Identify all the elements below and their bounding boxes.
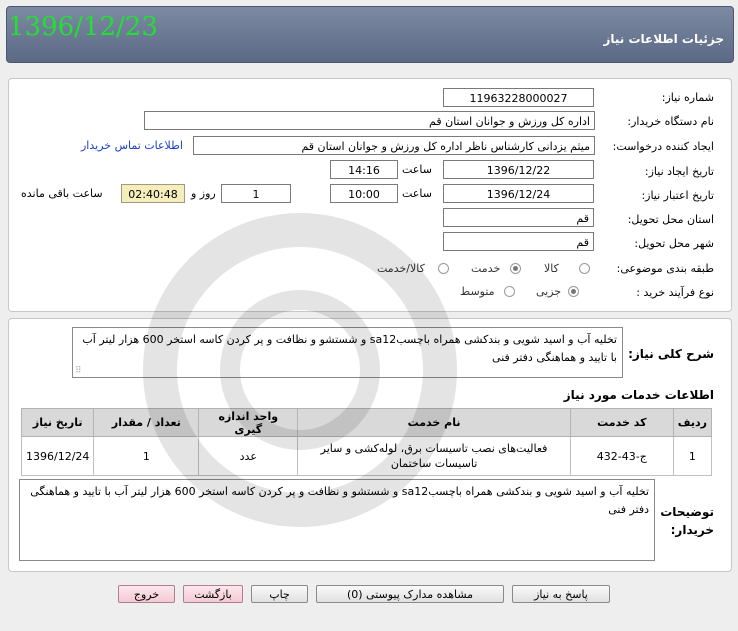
- cell-unit: عدد: [198, 436, 299, 476]
- date-overlay: 1396/12/23: [8, 12, 158, 42]
- category-service-radio[interactable]: [510, 263, 521, 274]
- col-row-header: ردیف: [672, 408, 713, 437]
- summary-textarea: تخلیه آب و اسید شویی و بندکشی همراه باچس…: [72, 327, 623, 378]
- need-number-label: شماره نیاز:: [661, 91, 714, 104]
- buyer-org-label: نام دستگاه خریدار:: [627, 115, 714, 128]
- process-partial-radio[interactable]: [568, 286, 579, 297]
- table-row: 1 ج-43-432 فعالیت‌های نصب تاسیسات برق، ل…: [20, 436, 713, 476]
- buyer-notes-text: تخلیه آب و اسید شویی و بندکشی همراه باچس…: [30, 485, 649, 516]
- city-label: شهر محل تحویل:: [634, 237, 714, 250]
- cell-name: فعالیت‌های نصب تاسیسات برق، لوله‌کشی و س…: [297, 436, 571, 476]
- validity-time-field: 10:00: [330, 184, 398, 203]
- category-goods-service-label: کالا/خدمت: [377, 262, 425, 275]
- cell-date: 1396/12/24: [20, 436, 95, 476]
- resize-grip-icon[interactable]: ⠿: [75, 366, 82, 376]
- cell-code: ج-43-432: [569, 436, 674, 476]
- col-name-header: نام خدمت: [297, 408, 571, 437]
- remaining-label: ساعت باقی مانده: [21, 187, 103, 200]
- col-unit-header: واحد اندازه گیری: [198, 408, 299, 437]
- process-partial-label: جزیی: [536, 285, 562, 298]
- page-title: جزئیات اطلاعات نیاز: [603, 32, 724, 46]
- cell-row: 1: [672, 436, 713, 476]
- created-time-field: 14:16: [330, 160, 398, 179]
- buyer-notes-label-text: توضیحات خریدار:: [660, 505, 714, 537]
- buyer-notes-textarea: تخلیه آب و اسید شویی و بندکشی همراه باچس…: [19, 479, 655, 561]
- buyer-org-field: اداره کل ورزش و جوانان استان قم: [144, 111, 595, 130]
- col-qty-header: تعداد / مقدار: [93, 408, 200, 437]
- created-date-field: 1396/12/22: [443, 160, 594, 179]
- category-goods-label: کالا: [544, 262, 559, 275]
- remaining-days-field: 1: [221, 184, 291, 203]
- back-button[interactable]: بازگشت: [183, 585, 243, 603]
- summary-text: تخلیه آب و اسید شویی و بندکشی همراه باچس…: [82, 333, 617, 364]
- requester-label: ایجاد کننده درخواست:: [612, 140, 714, 153]
- validity-date-label: تاریخ اعتبار نیاز:: [641, 189, 714, 202]
- process-medium-label: متوسط: [460, 285, 495, 298]
- print-button[interactable]: چاپ: [251, 585, 308, 603]
- process-label: نوع فرآیند خرید :: [636, 286, 714, 299]
- process-medium-radio[interactable]: [504, 286, 515, 297]
- category-goods-service-radio[interactable]: [438, 263, 449, 274]
- exit-button[interactable]: خروج: [118, 585, 175, 603]
- table-header-row: ردیف کد خدمت نام خدمت واحد اندازه گیری ت…: [20, 408, 713, 437]
- created-time-label: ساعت: [402, 163, 432, 176]
- validity-date-field: 1396/12/24: [443, 184, 594, 203]
- attachments-button[interactable]: مشاهده مدارک پیوستی (0): [316, 585, 504, 603]
- services-title: اطلاعات خدمات مورد نیاز: [563, 388, 714, 402]
- summary-label: شرح کلی نیاز:: [628, 347, 714, 361]
- cell-qty: 1: [93, 436, 200, 476]
- requester-field: میثم یزدانی کارشناس ناظر اداره کل ورزش و…: [193, 136, 595, 155]
- need-number-field: 1196322800002‌7: [443, 88, 594, 107]
- reply-button[interactable]: پاسخ به نیاز: [512, 585, 610, 603]
- remaining-time-field: 02:40:48: [121, 184, 185, 203]
- province-field: قم: [443, 208, 594, 227]
- col-code-header: کد خدمت: [569, 408, 674, 437]
- province-label: استان محل تحویل:: [627, 213, 714, 226]
- col-date-header: تاریخ نیاز: [20, 408, 95, 437]
- services-table: ردیف کد خدمت نام خدمت واحد اندازه گیری ت…: [20, 408, 713, 476]
- days-label: روز و: [191, 187, 216, 200]
- validity-time-label: ساعت: [402, 187, 432, 200]
- category-label: طبقه بندی موضوعی:: [616, 262, 714, 275]
- created-date-label: تاریخ ایجاد نیاز:: [644, 165, 714, 178]
- category-service-label: خدمت: [471, 262, 501, 275]
- city-field: قم: [443, 232, 594, 251]
- buyer-contact-link[interactable]: اطلاعات تماس خریدار: [81, 139, 183, 152]
- category-goods-radio[interactable]: [579, 263, 590, 274]
